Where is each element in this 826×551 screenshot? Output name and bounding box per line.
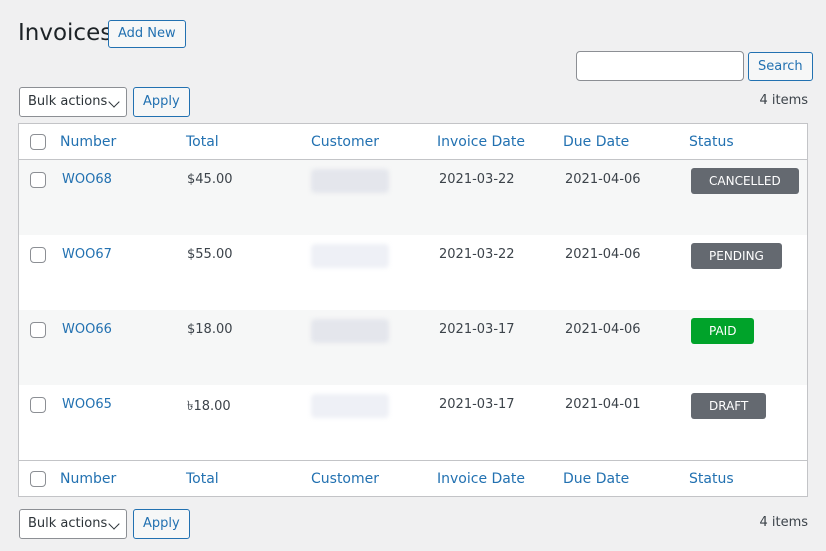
invoice-total: ৳18.00 [187,399,231,414]
chevron-down-icon [108,96,120,108]
column-status[interactable]: Status [689,134,734,150]
column-invoice-date-footer[interactable]: Invoice Date [437,471,525,487]
invoice-number-link[interactable]: WOO66 [62,322,112,337]
column-due-date-footer[interactable]: Due Date [563,471,629,487]
invoice-total: $55.00 [187,247,233,262]
customer-name-redacted [311,319,389,343]
items-count-top: 4 items [759,93,808,108]
search-button[interactable]: Search [748,52,813,81]
invoice-number-link[interactable]: WOO68 [62,172,112,187]
bulk-actions-label: Bulk actions [28,516,108,531]
select-all-checkbox-footer[interactable] [30,471,46,487]
row-checkbox[interactable] [30,247,46,263]
items-count-bottom: 4 items [759,515,808,530]
customer-name-redacted [311,244,389,268]
invoices-table: Number Total Customer Invoice Date Due D… [18,123,808,497]
invoice-number-link[interactable]: WOO67 [62,247,112,262]
column-total-footer[interactable]: Total [186,471,219,487]
invoice-date: 2021-03-17 [439,397,515,412]
due-date: 2021-04-06 [565,322,641,337]
chevron-down-icon [108,518,120,530]
search-input[interactable] [576,51,744,81]
table-row: WOO68 $45.00 2021-03-22 2021-04-06 CANCE… [19,160,807,235]
status-badge: DRAFT [691,393,767,419]
column-status-footer[interactable]: Status [689,471,734,487]
row-checkbox[interactable] [30,397,46,413]
status-badge: PENDING [691,243,782,269]
page-title: Invoices [18,20,113,46]
column-number[interactable]: Number [60,134,116,150]
bulk-actions-select-top[interactable]: Bulk actions [19,87,127,117]
table-footer: Number Total Customer Invoice Date Due D… [19,460,807,496]
invoice-date: 2021-03-17 [439,322,515,337]
invoice-date: 2021-03-22 [439,247,515,262]
select-all-checkbox[interactable] [30,134,46,150]
column-customer-footer[interactable]: Customer [311,471,379,487]
add-new-button[interactable]: Add New [108,20,186,48]
bulk-actions-label: Bulk actions [28,94,108,109]
due-date: 2021-04-06 [565,172,641,187]
column-customer[interactable]: Customer [311,134,379,150]
apply-button-top[interactable]: Apply [133,87,190,117]
column-invoice-date[interactable]: Invoice Date [437,134,525,150]
due-date: 2021-04-01 [565,397,641,412]
customer-name-redacted [311,394,389,418]
row-checkbox[interactable] [30,172,46,188]
table-row: WOO67 $55.00 2021-03-22 2021-04-06 PENDI… [19,235,807,310]
bulk-actions-select-bottom[interactable]: Bulk actions [19,509,127,539]
customer-name-redacted [311,169,389,193]
due-date: 2021-04-06 [565,247,641,262]
table-row: WOO65 ৳18.00 2021-03-17 2021-04-01 DRAFT [19,385,807,460]
column-total[interactable]: Total [186,134,219,150]
row-checkbox[interactable] [30,322,46,338]
column-number-footer[interactable]: Number [60,471,116,487]
status-badge: CANCELLED [691,168,799,194]
invoice-date: 2021-03-22 [439,172,515,187]
table-header: Number Total Customer Invoice Date Due D… [19,124,807,160]
apply-button-bottom[interactable]: Apply [133,509,190,539]
invoice-number-link[interactable]: WOO65 [62,397,112,412]
status-badge: PAID [691,318,755,344]
invoice-total: $45.00 [187,172,233,187]
invoice-total: $18.00 [187,322,233,337]
table-row: WOO66 $18.00 2021-03-17 2021-04-06 PAID [19,310,807,385]
column-due-date[interactable]: Due Date [563,134,629,150]
